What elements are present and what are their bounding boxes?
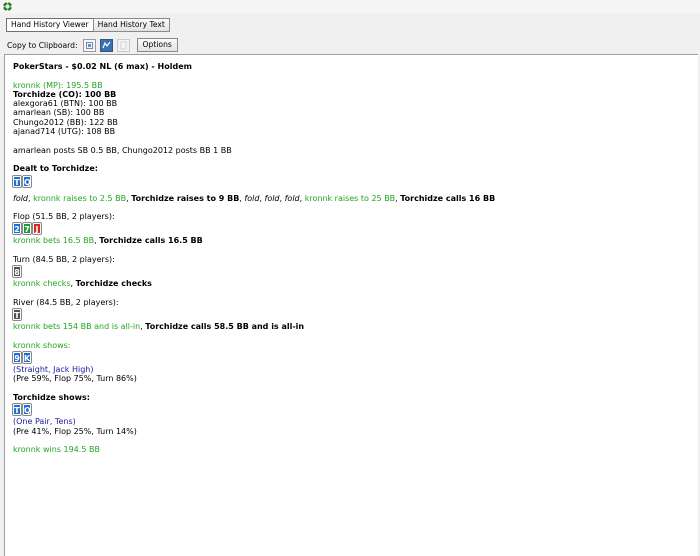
seat-line: alexgora61 (BTN): 100 BB	[13, 99, 118, 109]
action-segment: kronnk raises to 25 BB	[304, 193, 396, 203]
hand-history-panel: PokerStars - $0.02 NL (6 max) - Holdem k…	[4, 54, 698, 556]
view-tabs: Hand History Viewer Hand History Text	[6, 18, 170, 32]
villain-hand-name: (Straight, Jack High)	[13, 365, 94, 375]
blinds-line: amarlean posts SB 0.5 BB, Chungo2012 pos…	[13, 145, 232, 155]
action-segment: Torchidze raises to 9 BB	[131, 193, 240, 203]
action-segment: kronnk raises to 2.5 BB	[33, 193, 127, 203]
action-segment: kronnk bets 16.5 BB	[13, 236, 95, 246]
hand-history-content: PokerStars - $0.02 NL (6 max) - Holdem k…	[12, 61, 673, 455]
villain-equity: (Pre 59%, Flop 75%, Turn 86%)	[13, 374, 137, 384]
action-segment: Torchidze calls 16.5 BB	[99, 236, 203, 246]
playing-card: T	[12, 403, 22, 417]
dealt-cards: TQ	[12, 174, 673, 188]
copy-forum-icon[interactable]	[99, 38, 113, 52]
app-icon	[2, 1, 13, 12]
toolbar: Copy to Clipboard: Options	[7, 38, 178, 52]
preflop-actions: fold, kronnk raises to 2.5 BB, Torchidze…	[13, 194, 673, 203]
flop-cards: 27J	[12, 222, 673, 236]
flop-label: Flop (51.5 BB, 2 players):	[13, 212, 115, 222]
action-segment: fold	[284, 193, 300, 203]
playing-card: Q	[22, 403, 32, 417]
copy-image-icon[interactable]	[82, 38, 96, 52]
tab-hand-history-text[interactable]: Hand History Text	[92, 18, 170, 32]
playing-card: 9	[12, 351, 22, 365]
playing-card: 2	[12, 222, 22, 236]
playing-card: T	[12, 174, 22, 188]
villain-cards: 9K	[12, 351, 673, 365]
dealt-label: Dealt to Torchidze:	[13, 164, 98, 174]
seat-line: Chungo2012 (BB): 122 BB	[13, 117, 118, 127]
action-segment: fold	[244, 193, 260, 203]
hero-hand-name: (One Pair, Tens)	[13, 417, 76, 427]
copy-text-icon[interactable]	[116, 38, 130, 52]
turn-label: Turn (84.5 BB, 2 players):	[13, 255, 115, 265]
seat-list: kronnk (MP): 195.5 BB Torchidze (CO): 100…	[13, 81, 673, 137]
hero-equity: (Pre 41%, Flop 25%, Turn 14%)	[13, 426, 137, 436]
river-cards: T	[12, 308, 673, 322]
seat-line: kronnk (MP): 195.5 BB	[13, 80, 103, 90]
options-button[interactable]: Options	[136, 38, 178, 52]
villain-shows-label: kronnk shows:	[13, 340, 71, 350]
river-actions: kronnk bets 154 BB and is all-in, Torchi…	[13, 322, 673, 331]
action-segment: Torchidze checks	[75, 279, 152, 289]
hero-shows-label: Torchidze shows:	[13, 393, 90, 403]
flop-actions: kronnk bets 16.5 BB, Torchidze calls 16.…	[13, 236, 673, 245]
seat-line: amarlean (SB): 100 BB	[13, 108, 105, 118]
playing-card: Q	[22, 174, 32, 188]
playing-card: J	[32, 222, 42, 236]
seat-line: Torchidze (CO): 100 BB	[13, 89, 117, 99]
hand-header: PokerStars - $0.02 NL (6 max) - Holdem	[13, 62, 192, 71]
result-line: kronnk wins 194.5 BB	[13, 445, 100, 455]
tab-hand-history-viewer[interactable]: Hand History Viewer	[6, 18, 94, 32]
copy-to-clipboard-label: Copy to Clipboard:	[7, 40, 78, 50]
action-segment: Torchidze calls 16 BB	[400, 193, 496, 203]
action-segment: Torchidze calls 58.5 BB and is all-in	[145, 322, 305, 332]
action-segment: kronnk bets 154 BB and is all-in	[13, 322, 141, 332]
seat-line: ajanad714 (UTG): 108 BB	[13, 127, 116, 137]
playing-card: 7	[22, 222, 32, 236]
playing-card: K	[22, 351, 32, 365]
turn-actions: kronnk checks, Torchidze checks	[13, 279, 673, 288]
action-segment: fold	[264, 193, 280, 203]
playing-card: T	[12, 308, 22, 322]
turn-cards: 8	[12, 265, 673, 279]
action-segment: fold	[13, 193, 29, 203]
action-segment: kronnk checks	[13, 279, 71, 289]
playing-card: 8	[12, 265, 22, 279]
title-bar	[0, 0, 700, 13]
hero-cards: TQ	[12, 403, 673, 417]
river-label: River (84.5 BB, 2 players):	[13, 297, 119, 307]
